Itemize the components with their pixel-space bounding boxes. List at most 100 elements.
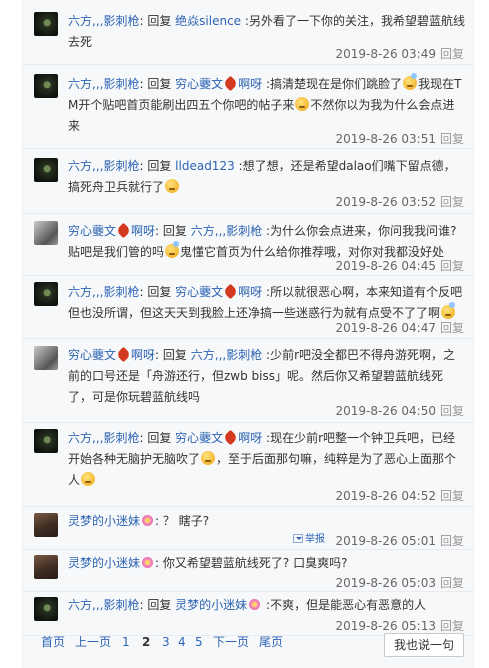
target-link[interactable]: lldead123: [175, 159, 235, 173]
avatar[interactable]: [34, 597, 58, 621]
reply-word: 回复: [147, 285, 172, 299]
author-link[interactable]: 六方,,,影刺枪: [68, 431, 139, 445]
page-link[interactable]: 4: [178, 632, 186, 652]
timestamp: 2019-8-26 03:49: [335, 47, 436, 61]
report-label: 举报: [305, 534, 325, 545]
target-name: 穷心虁文: [175, 431, 224, 445]
page-link[interactable]: 5: [195, 632, 203, 652]
reply-content: 六方,,,影刺枪: 回复 lldead123 :想了想，还是希望dalao们嘴下…: [68, 156, 466, 198]
reply-button[interactable]: 我也说一句: [384, 633, 464, 657]
avatar[interactable]: [34, 513, 58, 537]
timestamp: 2019-8-26 04:47: [335, 321, 436, 335]
note-smiley-icon: [441, 302, 456, 319]
author-link[interactable]: 六方,,,影刺枪: [68, 77, 139, 91]
reply-link[interactable]: 回复: [440, 404, 464, 418]
target-suffix: 啊呀: [238, 77, 263, 91]
target-link[interactable]: 灵梦的小迷妹: [175, 598, 262, 612]
next-page-link[interactable]: 下一页: [213, 632, 249, 652]
page-link[interactable]: 3: [162, 632, 170, 652]
reply-content: 灵梦的小迷妹: 你又希望碧蓝航线死了? 口臭爽吗?: [68, 553, 466, 574]
target-link[interactable]: 绝焱silence: [175, 14, 241, 28]
author-link[interactable]: 灵梦的小迷妹: [68, 514, 155, 528]
maple-leaf-badge-icon: [224, 285, 237, 298]
author-link[interactable]: 六方,,,影刺枪: [68, 285, 139, 299]
reply-text: 鬼懂它首页为什么给你推荐哦，对你对我都没好处: [180, 245, 445, 259]
reply-text: 你又希望碧蓝航线死了? 口臭爽吗?: [162, 556, 348, 570]
target-link[interactable]: 穷心虁文 啊呀: [175, 285, 262, 299]
reply-link[interactable]: 回复: [440, 489, 464, 503]
target-name: 灵梦的小迷妹: [175, 598, 248, 612]
reply-content: 灵梦的小迷妹: ？ 瞎子?: [68, 511, 466, 532]
colon: :: [155, 348, 160, 362]
report-icon: [293, 534, 303, 543]
avatar[interactable]: [34, 74, 58, 98]
reply-link[interactable]: 回复: [440, 132, 464, 146]
reply-item: 六方,,,影刺枪: 回复 穷心虁文 啊呀 :现在少前r吧整一个钟卫兵吧，已经开始各…: [23, 423, 473, 507]
reply-link[interactable]: 回复: [440, 619, 464, 633]
reply-meta: 2019-8-26 05:03 回复: [335, 576, 464, 590]
avatar[interactable]: [34, 555, 58, 579]
reply-meta: 2019-8-26 03:49 回复: [335, 47, 464, 61]
timestamp: 2019-8-26 03:52: [335, 195, 436, 209]
reply-link[interactable]: 回复: [440, 195, 464, 209]
reply-item: 六方,,,影刺枪: 回复 lldead123 :想了想，还是希望dalao们嘴下…: [23, 149, 473, 214]
target-link[interactable]: 六方,,,影刺枪: [191, 224, 262, 238]
target-link[interactable]: 穷心虁文 啊呀: [175, 431, 262, 445]
reply-word: 回复: [147, 598, 172, 612]
note-smiley-icon: [403, 73, 418, 90]
reply-link[interactable]: 回复: [440, 534, 464, 548]
avatar[interactable]: [34, 158, 58, 182]
colon: :: [155, 556, 160, 570]
colon: :: [139, 598, 144, 612]
reply-content: 穷心虁文 啊呀: 回复 六方,,,影刺枪 :为什么你会点进来，你问我我问谁?贴吧是…: [68, 221, 466, 263]
reply-link[interactable]: 回复: [440, 259, 464, 273]
reply-link[interactable]: 回复: [440, 321, 464, 335]
avatar[interactable]: [34, 282, 58, 306]
reply-list-panel: 六方,,,影刺枪: 回复 绝焱silence :另外看了一下你的关注，我希望碧蓝…: [22, 0, 474, 668]
reply-meta: 2019-8-26 03:51 回复: [335, 132, 464, 146]
smiley-icon: [81, 472, 96, 486]
reply-word: 回复: [162, 348, 187, 362]
reply-word: 回复: [147, 159, 172, 173]
timestamp: 2019-8-26 04:45: [335, 259, 436, 273]
avatar[interactable]: [34, 346, 58, 370]
flower-badge-icon: [141, 514, 154, 527]
reply-content: 六方,,,影刺枪: 回复 穷心虁文 啊呀 :搞清楚现在是你们跳脸了 我现在TM开个贴…: [68, 73, 466, 137]
reply-link[interactable]: 回复: [440, 576, 464, 590]
target-link[interactable]: 穷心虁文 啊呀: [175, 77, 262, 91]
flower-badge-icon: [141, 556, 154, 569]
avatar[interactable]: [34, 12, 58, 36]
author-link[interactable]: 穷心虁文 啊呀: [68, 348, 155, 362]
report-link[interactable]: 举报: [293, 534, 325, 546]
author-link[interactable]: 六方,,,影刺枪: [68, 14, 139, 28]
author-suffix: 啊呀: [131, 348, 156, 362]
first-page-link[interactable]: 首页: [41, 632, 65, 652]
prev-page-link[interactable]: 上一页: [75, 632, 111, 652]
smiley-icon: [165, 179, 180, 193]
reply-meta: 2019-8-26 04:45 回复: [335, 259, 464, 273]
author-name: 灵梦的小迷妹: [68, 514, 141, 528]
target-name: 穷心虁文: [175, 285, 224, 299]
author-link[interactable]: 六方,,,影刺枪: [68, 598, 139, 612]
reply-word: 回复: [147, 77, 172, 91]
page-link[interactable]: 1: [122, 632, 130, 652]
reply-word: 回复: [162, 224, 187, 238]
last-page-link[interactable]: 尾页: [259, 632, 283, 652]
flower-badge-icon: [248, 598, 261, 611]
avatar[interactable]: [34, 429, 58, 453]
author-link[interactable]: 穷心虁文 啊呀: [68, 224, 155, 238]
author-name: 灵梦的小迷妹: [68, 556, 141, 570]
reply-link[interactable]: 回复: [440, 47, 464, 61]
reply-meta: 2019-8-26 05:13 回复: [335, 619, 464, 633]
reply-content: 穷心虁文 啊呀: 回复 六方,,,影刺枪 :少前r吧没全都巴不得舟游死啊，之前的口…: [68, 345, 466, 408]
maple-leaf-badge-icon: [117, 224, 130, 237]
colon: :: [155, 224, 160, 238]
reply-content: 六方,,,影刺枪: 回复 穷心虁文 啊呀 :现在少前r吧整一个钟卫兵吧，已经开始各…: [68, 428, 466, 491]
avatar[interactable]: [34, 221, 58, 245]
note-smiley-icon: [165, 241, 180, 258]
smiley-icon: [295, 97, 310, 111]
author-link[interactable]: 六方,,,影刺枪: [68, 159, 139, 173]
author-link[interactable]: 灵梦的小迷妹: [68, 556, 155, 570]
timestamp: 2019-8-26 05:13: [335, 619, 436, 633]
target-link[interactable]: 六方,,,影刺枪: [191, 348, 262, 362]
